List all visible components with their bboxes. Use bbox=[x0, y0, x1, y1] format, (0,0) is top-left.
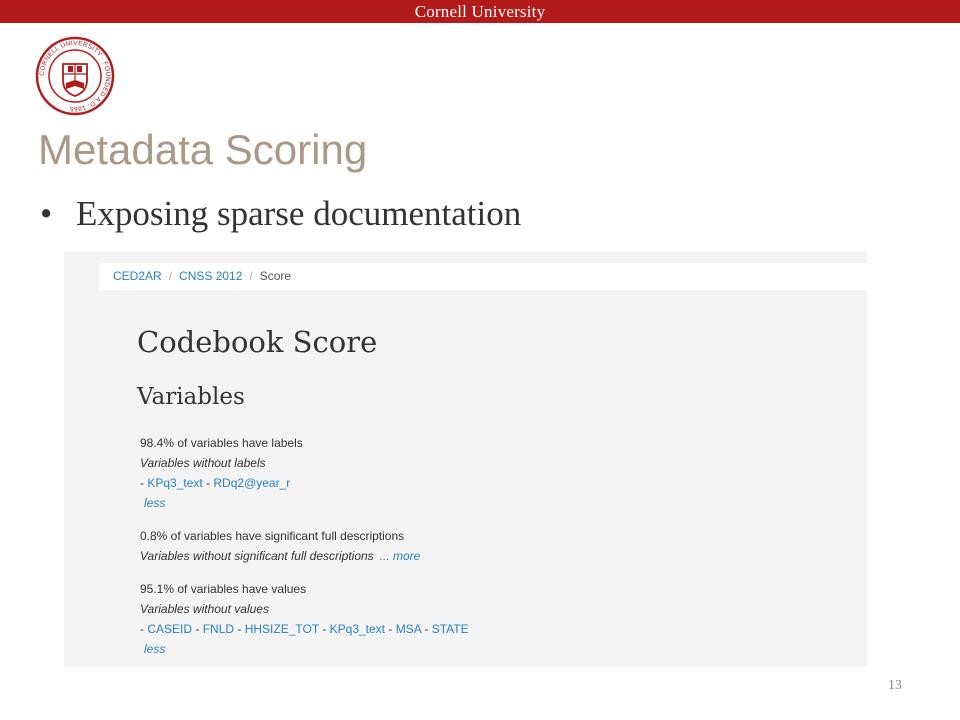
page-number: 13 bbox=[888, 678, 902, 693]
cornell-seal-logo: CORNELL UNIVERSITY · FOUNDED A.D. 1865 bbox=[35, 36, 115, 116]
list-dash: - bbox=[234, 622, 245, 636]
bullet-icon: • bbox=[40, 194, 53, 233]
institution-header-bar: Cornell University bbox=[0, 0, 960, 23]
list-dash: - bbox=[385, 622, 396, 636]
variable-link[interactable]: KPq3_text bbox=[147, 476, 202, 490]
variable-link[interactable]: STATE bbox=[432, 622, 469, 636]
labels-missing-heading: Variables without labels bbox=[140, 456, 266, 470]
variable-link[interactable]: CASEID bbox=[147, 622, 192, 636]
labels-missing-variable-list: - KPq3_text - RDq2@year_r bbox=[140, 473, 840, 493]
values-stat: 95.1% of variables have values bbox=[140, 582, 307, 596]
descriptions-missing-heading: Variables without significant full descr… bbox=[140, 549, 374, 563]
breadcrumb-link-cnss-2012[interactable]: CNSS 2012 bbox=[179, 269, 242, 283]
slide-title: Metadata Scoring bbox=[38, 126, 368, 173]
labels-less-toggle[interactable]: less bbox=[140, 496, 165, 510]
values-missing-variable-list: - CASEID - FNLD - HHSIZE_TOT - KPq3_text… bbox=[140, 619, 840, 639]
labels-score-block: 98.4% of variables have labels Variables… bbox=[140, 433, 840, 513]
variable-link[interactable]: MSA bbox=[396, 622, 421, 636]
breadcrumb-separator: / bbox=[249, 269, 253, 283]
variables-heading: Variables bbox=[137, 384, 245, 410]
values-score-block: 95.1% of variables have values Variables… bbox=[140, 579, 840, 659]
list-dash: - bbox=[421, 622, 432, 636]
labels-stat: 98.4% of variables have labels bbox=[140, 436, 303, 450]
list-dash: - bbox=[192, 622, 203, 636]
values-missing-heading: Variables without values bbox=[140, 602, 269, 616]
codebook-score-heading: Codebook Score bbox=[137, 325, 378, 359]
descriptions-stat: 0.8% of variables have significant full … bbox=[140, 529, 405, 543]
breadcrumb-separator: / bbox=[168, 269, 173, 283]
descriptions-score-block: 0.8% of variables have significant full … bbox=[140, 526, 840, 566]
bullet-text: Exposing sparse documentation bbox=[76, 194, 522, 233]
list-dash: - bbox=[202, 476, 214, 490]
breadcrumb: CED2AR / CNSS 2012 / Score bbox=[99, 263, 867, 290]
descriptions-more-toggle[interactable]: ... more bbox=[374, 549, 421, 563]
breadcrumb-link-ced2ar[interactable]: CED2AR bbox=[113, 269, 162, 283]
institution-name: Cornell University bbox=[414, 2, 546, 21]
breadcrumb-current: Score bbox=[259, 269, 292, 283]
values-less-toggle[interactable]: less bbox=[140, 642, 165, 656]
variable-link[interactable]: FNLD bbox=[203, 622, 234, 636]
variable-link[interactable]: HHSIZE_TOT bbox=[245, 622, 319, 636]
variable-link[interactable]: RDq2@year_r bbox=[213, 476, 290, 490]
bullet-point: • Exposing sparse documentation bbox=[40, 192, 521, 236]
score-sections: 98.4% of variables have labels Variables… bbox=[140, 433, 840, 667]
list-dash: - bbox=[318, 622, 330, 636]
descriptions-missing-line: Variables without significant full descr… bbox=[140, 546, 840, 566]
embedded-screenshot: CED2AR / CNSS 2012 / Score Codebook Score Va… bbox=[64, 251, 867, 667]
variable-link[interactable]: KPq3_text bbox=[330, 622, 385, 636]
